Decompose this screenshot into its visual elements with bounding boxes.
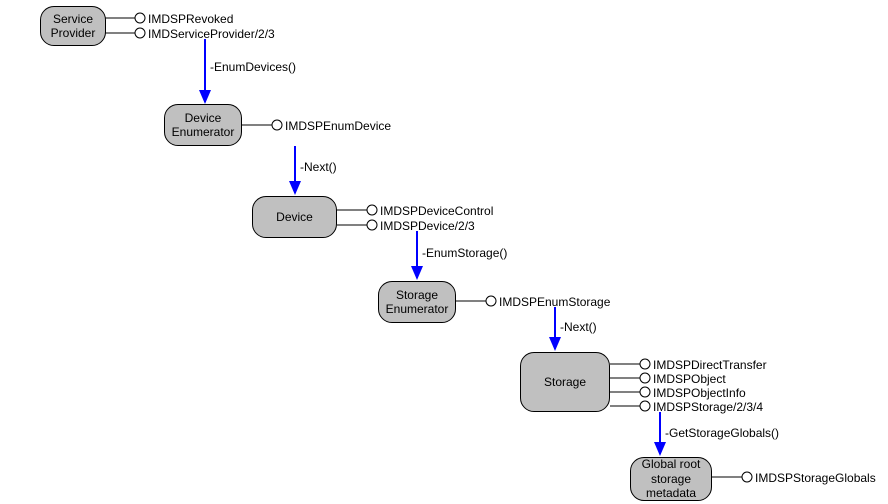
lollipop-imdsp-direct-transfer (610, 359, 650, 369)
label-imdsp-storage: IMDSPStorage/2/3/4 (653, 400, 763, 414)
method-enum-storage: -EnumStorage() (422, 246, 507, 260)
method-enum-devices: -EnumDevices() (210, 60, 296, 74)
lollipop-imdsp-storage-globals (712, 472, 752, 482)
lollipop-imdsp-enum-storage (456, 296, 496, 306)
node-label: Storage (544, 375, 586, 389)
node-storage-enumerator: StorageEnumerator (378, 281, 456, 323)
method-next-storage: -Next() (560, 320, 597, 334)
node-service-provider: ServiceProvider (40, 6, 106, 46)
label-imdsp-object: IMDSPObject (653, 372, 726, 386)
node-label: StorageEnumerator (386, 288, 449, 317)
label-imdsp-object-info: IMDSPObjectInfo (653, 386, 746, 400)
label-imdsp-storage-globals: IMDSPStorageGlobals (755, 471, 876, 485)
method-get-storage-globals: -GetStorageGlobals() (665, 426, 779, 440)
node-storage: Storage (520, 352, 610, 412)
lollipop-imdsp-device-control (337, 205, 377, 215)
node-label: DeviceEnumerator (172, 111, 235, 140)
label-imdsp-device: IMDSPDevice/2/3 (380, 219, 475, 233)
method-next-device: -Next() (300, 160, 337, 174)
lollipop-imdsp-object (610, 373, 650, 383)
label-imd-service-provider: IMDServiceProvider/2/3 (148, 27, 275, 41)
lollipop-imdsp-enum-device (242, 120, 282, 130)
node-label: Device (276, 210, 313, 224)
node-device: Device (252, 196, 337, 238)
lollipop-imdsp-device (337, 220, 377, 230)
lollipop-imd-service-provider (105, 28, 145, 38)
node-global-root: Global rootstoragemetadata (630, 457, 712, 501)
node-label: Global rootstoragemetadata (642, 457, 701, 500)
node-device-enumerator: DeviceEnumerator (164, 104, 242, 146)
label-imdsp-enum-storage: IMDSPEnumStorage (499, 295, 610, 309)
lollipop-imdsp-storage (610, 401, 650, 411)
node-label: ServiceProvider (51, 12, 96, 41)
lollipop-imdsp-revoked (105, 13, 145, 23)
label-imdsp-device-control: IMDSPDeviceControl (380, 204, 493, 218)
lollipop-imdsp-object-info (610, 387, 650, 397)
label-imdsp-revoked: IMDSPRevoked (148, 12, 233, 26)
label-imdsp-direct-transfer: IMDSPDirectTransfer (653, 358, 767, 372)
label-imdsp-enum-device: IMDSPEnumDevice (285, 119, 391, 133)
